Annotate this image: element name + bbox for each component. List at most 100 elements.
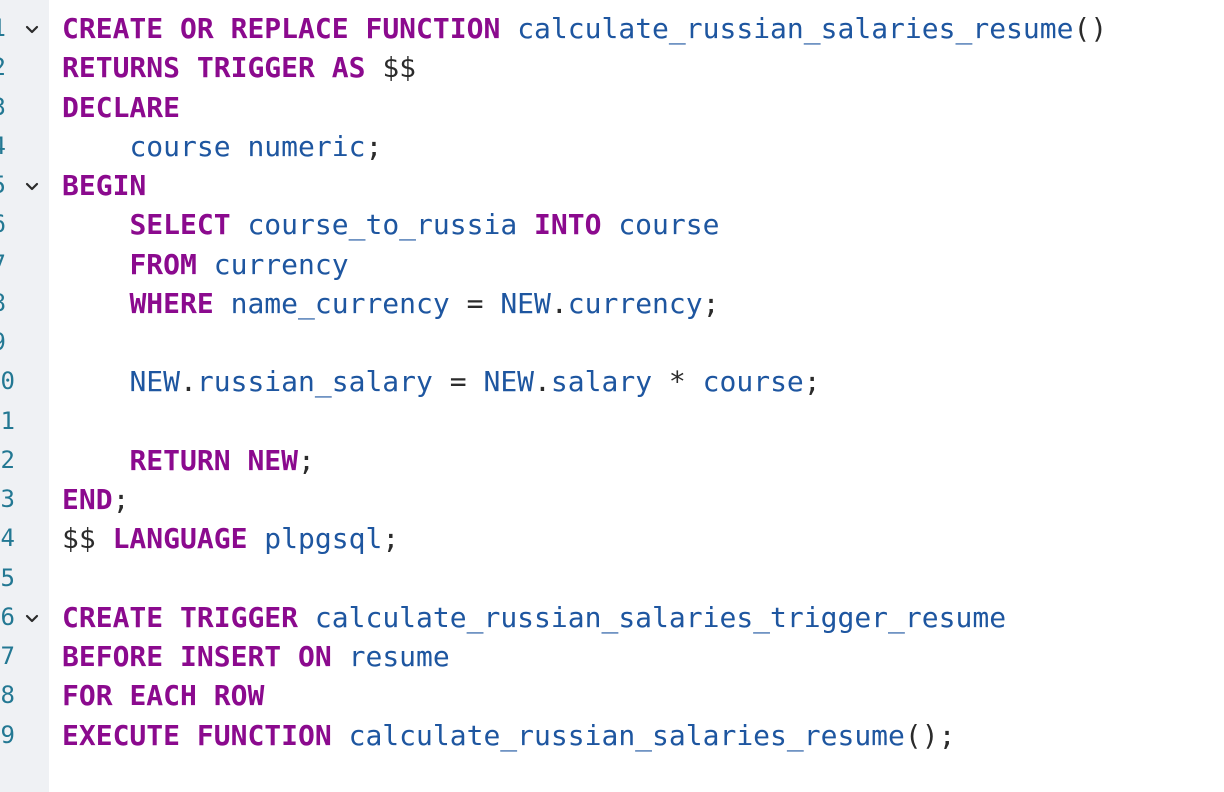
code-text: FROM currency [62,245,349,284]
code-line[interactable]: 14 $$ LANGUAGE plpgsql; [0,519,1224,558]
keyword-token: DECLARE [62,90,181,124]
identifier-token: calculate_russian_salaries_resume [348,718,905,752]
code-line[interactable]: 10 NEW.russian_salary = NEW.salary * cou… [0,362,1224,401]
keyword-token: SELECT [129,208,231,242]
code-line[interactable]: 19 EXECUTE FUNCTION calculate_russian_sal… [0,716,1224,755]
punctuation-token [163,12,180,45]
punctuation-token [62,365,129,398]
code-line[interactable]: 13 END; [0,480,1224,519]
code-text: DECLARE [62,88,180,127]
keyword-token: REPLACE [230,12,349,45]
punctuation-token: ; [803,365,821,399]
code-line[interactable]: 7 FROM currency [0,245,1224,284]
code-text: EXECUTE FUNCTION calculate_russian_salar… [62,716,955,755]
code-line[interactable]: 1 CREATE OR REPLACE FUNCTION calculate_ru… [0,9,1224,48]
identifier-token: numeric [247,129,366,163]
punctuation-token: ; [702,286,720,320]
chevron-down-icon[interactable] [22,166,42,205]
punctuation-token [197,679,214,712]
punctuation-token [601,208,618,241]
keyword-token: BEFORE [62,640,164,673]
identifier-token: plpgsql [264,522,383,556]
punctuation-token [500,12,517,45]
line-number: 15 [0,563,15,592]
keyword-token: RETURN [129,443,231,477]
code-text: RETURN NEW; [62,441,314,480]
line-number: 17 [0,642,15,670]
keyword-token: INTO [534,208,602,242]
punctuation-token [163,601,180,634]
line-number: 8 [0,284,6,323]
punctuation-token [517,208,534,241]
punctuation-token [62,248,129,281]
identifier-token: calculate_russian_salaries_trigger_resum… [314,600,1007,634]
punctuation-token [231,130,248,163]
line-number: 3 [0,88,6,127]
code-line[interactable]: 17 BEFORE INSERT ON resume [0,637,1224,676]
line-number: 5 [0,166,6,205]
chevron-down-icon[interactable] [22,598,42,637]
punctuation-token: = [432,365,484,399]
punctuation-token: () [1073,12,1108,45]
keyword-token: BEGIN [62,169,147,202]
code-text: BEFORE INSERT ON resume [62,637,450,676]
code-line[interactable]: 9 [0,323,1224,362]
keyword-token: TRIGGER [196,51,315,85]
punctuation-token [247,522,264,555]
code-line[interactable]: 16 CREATE TRIGGER calculate_russian_salar… [0,598,1224,637]
punctuation-token [214,12,231,45]
punctuation-token: . [180,365,197,399]
identifier-token: calculate_russian_salaries_resume [517,12,1074,45]
code-line[interactable]: 18 FOR EACH ROW [0,676,1224,715]
identifier-token: name_currency [230,286,450,320]
code-line[interactable]: 8 WHERE name_currency = NEW.currency; [0,284,1224,323]
identifier-token: resume [348,640,450,673]
code-line[interactable]: 15 [0,559,1224,598]
code-line[interactable]: 3 DECLARE [0,88,1224,127]
keyword-token: WHERE [129,286,214,320]
code-editor[interactable]: 1 CREATE OR REPLACE FUNCTION calculate_ru… [0,0,1224,792]
punctuation-token [62,444,129,477]
line-number: 13 [0,485,15,513]
punctuation-token [315,51,332,84]
keyword-token: TRIGGER [180,600,299,634]
code-area[interactable]: 1 CREATE OR REPLACE FUNCTION calculate_ru… [0,9,1224,755]
punctuation-token [332,719,349,752]
code-line[interactable]: 4 course numeric; [0,127,1224,166]
punctuation-token: (); [904,718,956,752]
line-number: 4 [0,127,6,166]
identifier-token: salary [550,365,653,399]
punctuation-token [62,130,129,163]
code-line[interactable]: 11 [0,402,1224,441]
line-number: 9 [0,323,6,362]
identifier-token: currency [567,286,703,320]
punctuation-token: = [449,286,501,320]
keyword-token: ROW [213,679,265,713]
code-line[interactable]: 5 BEGIN [0,166,1224,205]
identifier-token: course [702,365,804,399]
identifier-token: course [129,129,231,163]
keyword-token: EXECUTE [62,718,181,752]
punctuation-token: . [534,365,551,399]
punctuation-token [298,601,315,634]
punctuation-token [62,208,129,241]
line-number: 10 [0,367,15,396]
line-number: 19 [0,720,15,749]
code-line[interactable]: 12 RETURN NEW; [0,441,1224,480]
chevron-down-icon[interactable] [22,9,42,48]
punctuation-token [332,640,349,673]
line-number: 2 [0,48,6,87]
punctuation-token: $$ [62,522,113,556]
keyword-token: FOR [62,679,113,713]
keyword-token: EACH [129,679,197,713]
punctuation-token [197,248,214,281]
code-text: WHERE name_currency = NEW.currency; [62,284,719,323]
code-line[interactable]: 2 RETURNS TRIGGER AS $$ [0,48,1224,87]
code-line[interactable]: 6 SELECT course_to_russia INTO course [0,205,1224,244]
punctuation-token [231,444,248,477]
punctuation-token: $$ [365,51,417,85]
identifier-token: NEW [129,365,181,399]
keyword-token: INSERT [180,640,282,673]
keyword-token: OR [180,12,214,45]
identifier-token: currency [213,247,349,281]
